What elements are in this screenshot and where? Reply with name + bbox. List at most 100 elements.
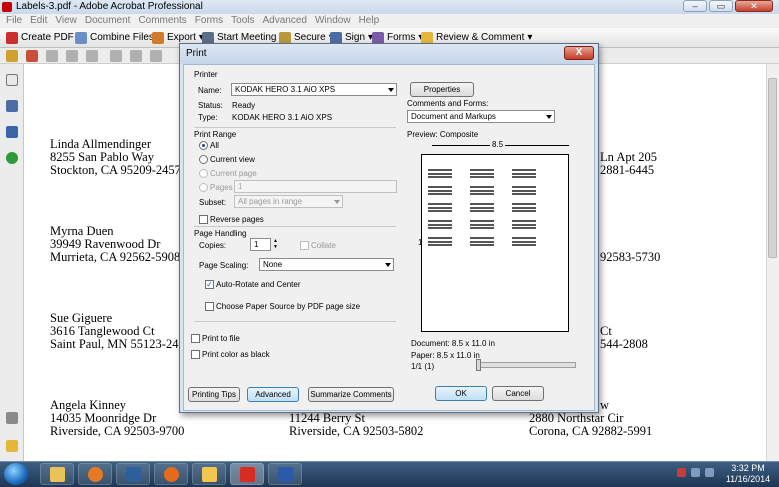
email-icon[interactable] — [130, 50, 142, 62]
type-label: Type: — [198, 113, 218, 122]
radio-pages[interactable] — [199, 183, 208, 192]
page-scaling-select[interactable]: None — [259, 258, 394, 271]
address-label: Ln Apt 205 2881-6445 — [600, 150, 657, 177]
preview-label-thumb — [470, 220, 494, 231]
address-label: Linda Allmendinger 8255 San Pablo Way Stoc… — [50, 137, 181, 177]
app-icon — [126, 467, 141, 482]
print-preview-page — [421, 154, 569, 332]
comments-forms-select[interactable]: Document and Markups — [407, 110, 555, 123]
print-range-label: Print Range — [194, 130, 237, 139]
menu-edit[interactable]: Edit — [26, 14, 51, 28]
taskbar-firefox[interactable] — [154, 463, 188, 485]
bookmarks-icon[interactable] — [6, 100, 18, 112]
reverse-pages-checkbox[interactable] — [199, 215, 208, 224]
printing-tips-button[interactable]: Printing Tips — [188, 387, 240, 402]
menu-forms[interactable]: Forms — [191, 14, 227, 28]
navigation-panel — [0, 64, 24, 461]
address-label: 11244 Berry St Riverside, CA 92503-5802 — [289, 411, 424, 438]
help-icon[interactable] — [6, 152, 18, 164]
menu-document[interactable]: Document — [81, 14, 135, 28]
scrollbar-thumb[interactable] — [768, 78, 777, 258]
signatures-icon[interactable] — [6, 126, 18, 138]
preview-label-thumb — [512, 203, 536, 214]
taskbar-word[interactable] — [268, 463, 302, 485]
menu-view[interactable]: View — [51, 14, 81, 28]
subset-select[interactable]: All pages in range — [234, 195, 343, 208]
envelope-icon[interactable] — [150, 50, 162, 62]
preview-label-thumb — [428, 237, 452, 248]
tray-network-icon[interactable] — [691, 468, 700, 477]
comments-forms-value: Document and Markups — [411, 112, 496, 121]
address-label: 92583-5730 — [600, 250, 661, 264]
print-to-file-checkbox[interactable] — [191, 334, 200, 343]
collate-checkbox[interactable] — [300, 241, 309, 250]
menu-comments[interactable]: Comments — [134, 14, 190, 28]
section-divider — [194, 127, 396, 128]
attachments-icon[interactable] — [6, 412, 18, 424]
ok-button[interactable]: OK — [435, 386, 487, 401]
maximize-button[interactable]: ▭ — [709, 0, 733, 12]
open-icon[interactable] — [6, 50, 18, 62]
minimize-button[interactable]: – — [683, 0, 707, 12]
taskbar-explorer[interactable] — [40, 463, 74, 485]
page-scaling-value: None — [263, 260, 283, 269]
dialog-title: Print — [186, 48, 207, 59]
print-icon[interactable] — [66, 50, 78, 62]
radio-all[interactable] — [199, 141, 208, 150]
copies-spinner[interactable]: ▲ ▼ — [270, 238, 280, 251]
close-window-button[interactable]: ✕ — [735, 0, 773, 12]
subset-label: Subset: — [199, 198, 227, 207]
preview-label-thumb — [470, 237, 494, 248]
choose-paper-checkbox[interactable] — [205, 302, 214, 311]
print-color-black-checkbox[interactable] — [191, 350, 200, 359]
page-handling-label: Page Handling — [194, 229, 247, 238]
radio-pages-label: Pages — [210, 183, 233, 192]
taskbar-app-3[interactable] — [116, 463, 150, 485]
menu-file[interactable]: File — [2, 14, 26, 28]
printer-name-select[interactable]: KODAK HERO 3.1 AiO XPS — [231, 83, 397, 96]
menu-window[interactable]: Window — [311, 14, 355, 28]
comments-forms-label: Comments and Forms: — [407, 99, 489, 108]
cancel-button[interactable]: Cancel — [492, 386, 544, 401]
word-icon — [278, 467, 293, 482]
radio-current-page[interactable] — [199, 169, 208, 178]
preview-page-slider[interactable] — [476, 362, 576, 368]
media-player-icon — [88, 467, 103, 482]
tray-flag-icon[interactable] — [677, 468, 686, 477]
menu-advanced[interactable]: Advanced — [259, 14, 311, 28]
print-color-black-label: Print color as black — [202, 350, 270, 359]
start-button[interactable] — [4, 463, 28, 485]
create-icon[interactable] — [26, 50, 38, 62]
folder-icon — [50, 467, 65, 482]
save-icon[interactable] — [46, 50, 58, 62]
pages-icon[interactable] — [6, 74, 18, 86]
window-controls: – ▭ ✕ — [683, 0, 773, 12]
auto-rotate-checkbox[interactable]: ✓ — [205, 280, 214, 289]
menu-tools[interactable]: Tools — [227, 14, 258, 28]
firefox-icon — [164, 467, 179, 482]
preview-slider-thumb[interactable] — [476, 359, 481, 371]
printer-icon[interactable] — [86, 50, 98, 62]
properties-button[interactable]: Properties — [410, 82, 474, 97]
taskbar-app-5[interactable] — [192, 463, 226, 485]
advanced-button[interactable]: Advanced — [247, 387, 299, 402]
combine-files-button[interactable]: Combine Files▾ — [75, 31, 162, 45]
menu-help[interactable]: Help — [355, 14, 384, 28]
tray-volume-icon[interactable] — [705, 468, 714, 477]
create-pdf-button[interactable]: Create PDF▾ — [6, 31, 82, 45]
taskbar-clock[interactable]: 3:32 PM 11/16/2014 — [722, 463, 774, 485]
dialog-close-button[interactable]: X — [564, 46, 594, 60]
pages-input[interactable]: 1 — [234, 180, 397, 193]
preview-label-thumb — [512, 169, 536, 180]
summarize-comments-button[interactable]: Summarize Comments — [308, 387, 394, 402]
comments-icon[interactable] — [6, 440, 18, 452]
radio-current-view[interactable] — [199, 155, 208, 164]
taskbar-media-player[interactable] — [78, 463, 112, 485]
taskbar-acrobat[interactable] — [230, 463, 264, 485]
subset-value: All pages in range — [238, 197, 303, 206]
attach-icon[interactable] — [110, 50, 122, 62]
radio-current-page-label: Current page — [210, 169, 257, 178]
clock-date: 11/16/2014 — [725, 474, 771, 484]
app-icon — [202, 467, 217, 482]
choose-paper-label: Choose Paper Source by PDF page size — [216, 302, 361, 311]
